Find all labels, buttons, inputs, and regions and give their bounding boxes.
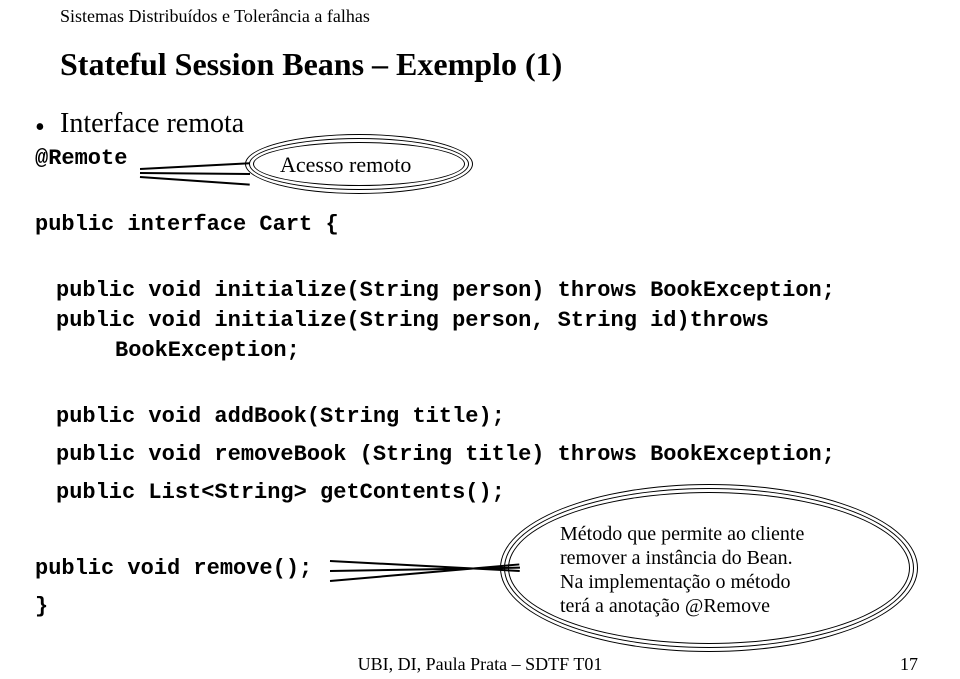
callout-tail (140, 162, 250, 169)
code-removebook: public void removeBook (String title) th… (56, 442, 835, 467)
footer-text: UBI, DI, Paula Prata – SDTF T01 (0, 654, 960, 675)
code-init2a: public void initialize(String person, St… (56, 308, 769, 333)
code-init1: public void initialize(String person) th… (56, 278, 835, 303)
callout2-line4: terá a anotação @Remove (560, 595, 770, 617)
callout-text-acesso: Acesso remoto (280, 152, 411, 178)
bullet-dot: • (35, 112, 45, 144)
callout2-line1: Método que permite ao cliente (560, 523, 804, 545)
page-number: 17 (900, 654, 918, 675)
callout-text-metodo: Método que permite ao cliente remover a … (560, 522, 900, 618)
callout-tail (140, 176, 250, 185)
callout2-line3: Na implementação o método (560, 571, 790, 593)
bullet-text: Interface remota (60, 108, 244, 140)
code-close-brace: } (35, 594, 48, 619)
code-getcontents: public List<String> getContents(); (56, 480, 505, 505)
callout-tail (140, 172, 250, 174)
code-init2b: BookException; (115, 338, 300, 363)
course-header: Sistemas Distribuídos e Tolerância a fal… (60, 6, 370, 27)
code-remote-annotation: @Remote (35, 146, 127, 171)
code-remove: public void remove(); (35, 556, 312, 581)
slide-title: Stateful Session Beans – Exemplo (1) (60, 46, 562, 83)
callout2-line2: remover a instância do Bean. (560, 547, 793, 569)
code-interface-decl: public interface Cart { (35, 212, 339, 237)
code-addbook: public void addBook(String title); (56, 404, 505, 429)
